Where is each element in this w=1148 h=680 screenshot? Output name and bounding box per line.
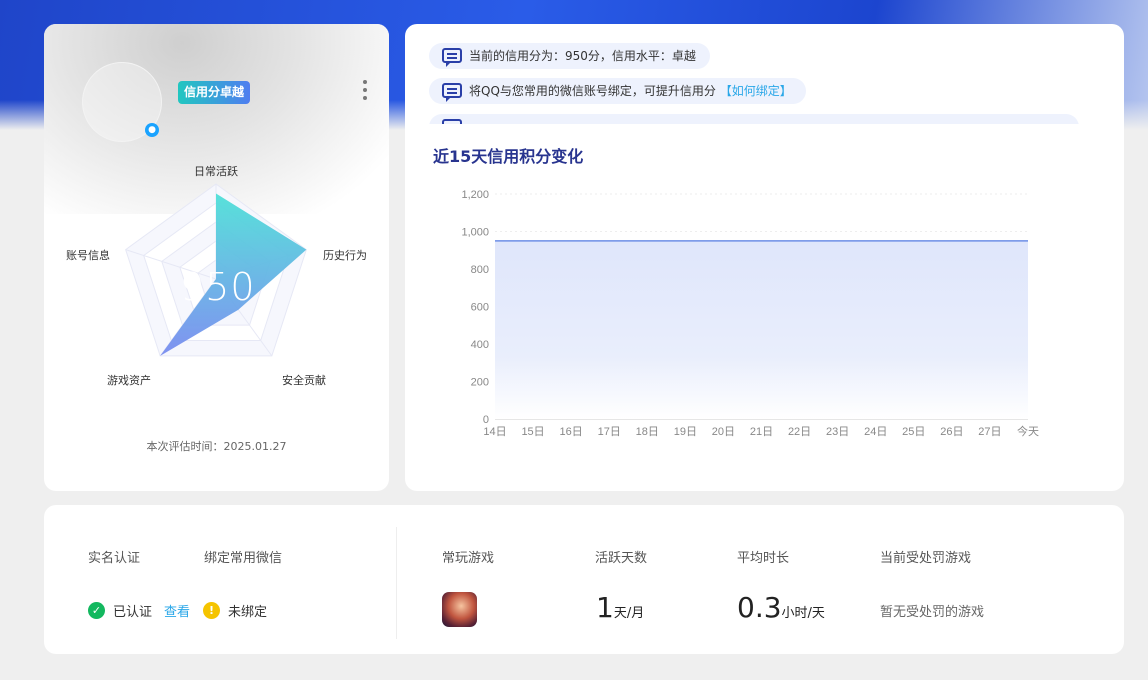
y-tick-label: 200 — [471, 377, 489, 389]
y-tick-label: 0 — [483, 414, 489, 426]
realname-status: ✓ 已认证 — [88, 601, 152, 620]
x-tick-label: 18日 — [636, 426, 659, 438]
account-summary-card: 实名认证 绑定常用微信 ✓ 已认证 查看 ! 未绑定 常玩游戏 活跃天数 平均时… — [44, 505, 1124, 654]
x-tick-label: 22日 — [788, 426, 811, 438]
more-options-icon[interactable] — [360, 80, 370, 100]
x-tick-label: 14日 — [483, 426, 506, 438]
x-tick-label: 19日 — [674, 426, 697, 438]
check-icon: ✓ — [88, 602, 105, 619]
notice-partial — [429, 114, 1079, 124]
x-tick-label: 24日 — [864, 426, 887, 438]
y-tick-label: 400 — [471, 339, 489, 351]
avg-duration-number: 0.3 — [737, 591, 782, 624]
x-tick-label: 15日 — [521, 426, 544, 438]
view-link[interactable]: 查看 — [164, 601, 190, 620]
credit-level-badge: 信用分卓越 — [178, 81, 251, 104]
active-days-unit: 天/月 — [613, 606, 645, 621]
credit-score-area-chart: 0 200 400 600 800 1,000 1,200 14日 15日 16日 17日 18日 1… — [461, 189, 1039, 438]
wechat-status-text: 未绑定 — [228, 605, 268, 620]
message-icon — [442, 83, 462, 102]
header-avg-duration: 平均时长 — [737, 551, 790, 566]
y-tick-label: 1,200 — [461, 189, 489, 201]
evaluation-time: 本次评估时间：2025.01.27 — [146, 440, 287, 453]
x-tick-label: 23日 — [826, 426, 849, 438]
credit-overview-card: 当前的信用分为：950分，信用水平：卓越 将QQ与您常用的微信账号绑定，可提升信… — [405, 24, 1124, 491]
y-tick-label: 600 — [471, 302, 489, 314]
credit-score: 950 — [180, 265, 256, 309]
how-to-bind-link[interactable]: 【如何绑定】 — [720, 84, 792, 98]
notice-current-score: 当前的信用分为：950分，信用水平：卓越 — [429, 43, 710, 69]
x-tick-label: 25日 — [902, 426, 925, 438]
radar-label-daily-activity: 日常活跃 — [194, 165, 238, 178]
message-icon — [442, 48, 462, 67]
x-tick-label: 20日 — [712, 426, 735, 438]
radar-label-account-info: 账号信息 — [66, 249, 110, 262]
active-days-number: 1 — [596, 591, 614, 624]
header-wechat: 绑定常用微信 — [204, 551, 283, 566]
notice-text: 将QQ与您常用的微信账号绑定，可提升信用分 — [469, 84, 716, 98]
radar-label-history-behavior: 历史行为 — [323, 249, 367, 262]
qq-penguin-icon: ● — [145, 123, 159, 137]
message-icon — [442, 119, 462, 124]
active-days-value: 1天/月 — [596, 591, 644, 624]
avg-duration-value: 0.3小时/天 — [737, 591, 825, 624]
x-tick-label: 16日 — [560, 426, 583, 438]
radar-label-game-assets: 游戏资产 — [107, 374, 151, 387]
x-tick-label: 今天 — [1017, 424, 1039, 438]
series-area — [495, 240, 1028, 419]
header-active-days: 活跃天数 — [595, 551, 648, 566]
notice-bind-wechat: 将QQ与您常用的微信账号绑定，可提升信用分 【如何绑定】 — [429, 78, 806, 104]
x-tick-label: 21日 — [750, 426, 773, 438]
warning-icon: ! — [203, 602, 220, 619]
y-tick-label: 800 — [471, 264, 489, 276]
header-punished: 当前受处罚游戏 — [880, 551, 972, 566]
realname-status-text: 已认证 — [113, 605, 153, 620]
divider — [396, 527, 397, 639]
chart-title: 近15天信用积分变化 — [433, 147, 584, 166]
x-tick-label: 27日 — [978, 426, 1001, 438]
notice-scroll-area[interactable] — [405, 114, 1124, 124]
y-tick-label: 1,000 — [461, 227, 489, 239]
profile-card: ● 信用分卓越 日常活跃 历史行为 安全贡献 游戏资产 账号信息 950 本次评… — [44, 24, 389, 491]
punished-games-text: 暂无受处罚的游戏 — [880, 605, 985, 620]
x-tick-label: 26日 — [940, 426, 963, 438]
wechat-status: ! 未绑定 — [203, 601, 267, 620]
game-icon[interactable] — [442, 592, 477, 627]
avg-duration-unit: 小时/天 — [781, 606, 825, 621]
radar-label-security-contribution: 安全贡献 — [282, 374, 326, 387]
header-realname: 实名认证 — [88, 551, 141, 566]
notice-text: 当前的信用分为：950分，信用水平：卓越 — [469, 49, 696, 63]
x-tick-label: 17日 — [598, 426, 621, 438]
header-game: 常玩游戏 — [442, 551, 495, 566]
